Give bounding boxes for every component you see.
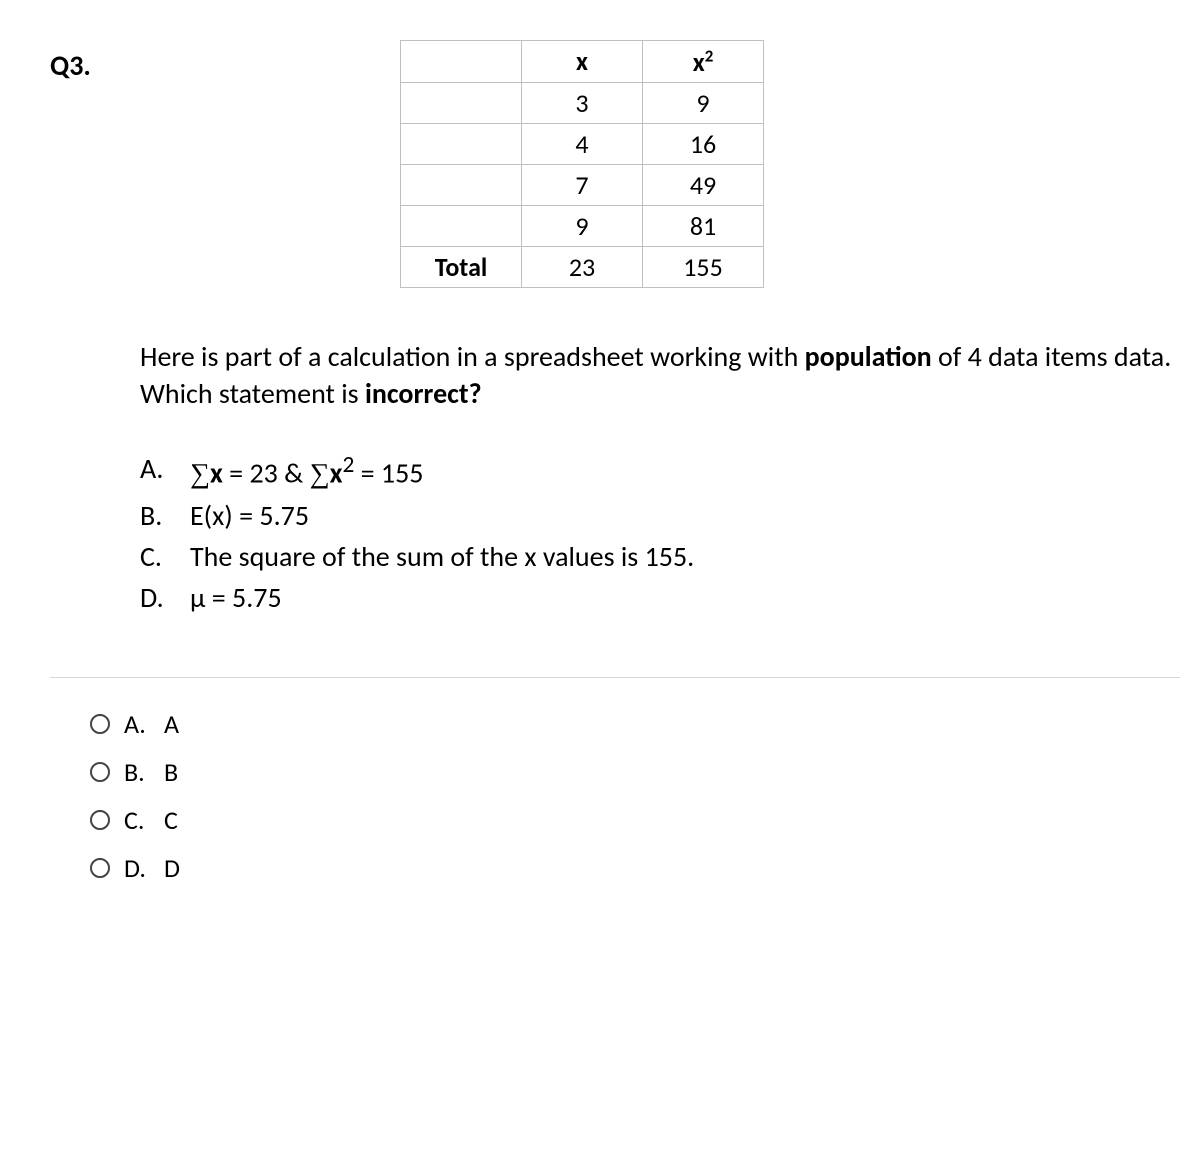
data-table-wrap: x x2 3 9 4 16 7 49 bbox=[400, 40, 1180, 288]
sup: 2 bbox=[342, 451, 354, 479]
table-row: 9 81 bbox=[401, 205, 764, 246]
table-row: 4 16 bbox=[401, 123, 764, 164]
options-list: A. ∑x = 23 & ∑x2 = 155 B. E(x) = 5.75 C.… bbox=[140, 449, 1180, 617]
cell: 81 bbox=[643, 205, 764, 246]
var-x: x bbox=[330, 456, 343, 491]
answer-value: A bbox=[164, 708, 179, 740]
cell bbox=[401, 164, 522, 205]
cell: 9 bbox=[522, 205, 643, 246]
question-number: Q3. bbox=[50, 40, 140, 83]
cell bbox=[401, 123, 522, 164]
option-letter: C. bbox=[140, 537, 190, 576]
option-c: C. The square of the sum of the x values… bbox=[140, 537, 1180, 576]
var-x: x bbox=[210, 456, 223, 491]
option-text: ∑x = 23 & ∑x2 = 155 bbox=[190, 449, 423, 494]
sigma-icon: ∑ bbox=[310, 459, 330, 490]
radio-icon bbox=[90, 714, 110, 734]
cell: 49 bbox=[643, 164, 764, 205]
cell: 4 bbox=[522, 123, 643, 164]
option-a: A. ∑x = 23 & ∑x2 = 155 bbox=[140, 449, 1180, 494]
option-letter: D. bbox=[140, 578, 190, 617]
answer-option-a[interactable]: A. A bbox=[90, 708, 1180, 740]
answer-letter: D. bbox=[124, 852, 164, 884]
option-b: B. E(x) = 5.75 bbox=[140, 496, 1180, 535]
th-x: x bbox=[522, 41, 643, 83]
option-letter: A. bbox=[140, 449, 190, 494]
question-prompt: Here is part of a calculation in a sprea… bbox=[140, 338, 1180, 414]
prompt-bold: population bbox=[805, 339, 932, 374]
table-total-row: Total 23 155 bbox=[401, 246, 764, 287]
option-text: E(x) = 5.75 bbox=[190, 496, 309, 535]
cell bbox=[401, 205, 522, 246]
answer-value: B bbox=[164, 756, 178, 788]
text: = 23 & bbox=[223, 456, 310, 491]
th-x2-sup: 2 bbox=[705, 45, 714, 66]
total-x2: 155 bbox=[643, 246, 764, 287]
option-text: μ = 5.75 bbox=[190, 578, 282, 617]
option-d: D. μ = 5.75 bbox=[140, 578, 1180, 617]
sigma-icon: ∑ bbox=[190, 459, 210, 490]
text: = 155 bbox=[354, 456, 423, 491]
total-label: Total bbox=[401, 246, 522, 287]
answer-option-d[interactable]: D. D bbox=[90, 852, 1180, 884]
prompt-bold: incorrect? bbox=[365, 376, 482, 411]
th-x2-base: x bbox=[693, 46, 705, 78]
divider bbox=[50, 677, 1180, 678]
table-row: 7 49 bbox=[401, 164, 764, 205]
cell: 9 bbox=[643, 82, 764, 123]
answer-value: C bbox=[164, 804, 178, 836]
data-table: x x2 3 9 4 16 7 49 bbox=[400, 40, 764, 288]
answer-options: A. A B. B C. C D. D bbox=[90, 708, 1180, 884]
answer-letter: B. bbox=[124, 756, 164, 788]
table-header-row: x x2 bbox=[401, 41, 764, 83]
prompt-part: Here is part of a calculation in a sprea… bbox=[140, 339, 805, 374]
th-blank bbox=[401, 41, 522, 83]
radio-icon bbox=[90, 762, 110, 782]
th-x2: x2 bbox=[643, 41, 764, 83]
answer-letter: A. bbox=[124, 708, 164, 740]
option-text: The square of the sum of the x values is… bbox=[190, 537, 694, 576]
total-x: 23 bbox=[522, 246, 643, 287]
radio-icon bbox=[90, 810, 110, 830]
cell: 7 bbox=[522, 164, 643, 205]
answer-letter: C. bbox=[124, 804, 164, 836]
cell bbox=[401, 82, 522, 123]
answer-option-c[interactable]: C. C bbox=[90, 804, 1180, 836]
cell: 16 bbox=[643, 123, 764, 164]
option-letter: B. bbox=[140, 496, 190, 535]
radio-icon bbox=[90, 858, 110, 878]
table-row: 3 9 bbox=[401, 82, 764, 123]
cell: 3 bbox=[522, 82, 643, 123]
answer-value: D bbox=[164, 852, 180, 884]
answer-option-b[interactable]: B. B bbox=[90, 756, 1180, 788]
